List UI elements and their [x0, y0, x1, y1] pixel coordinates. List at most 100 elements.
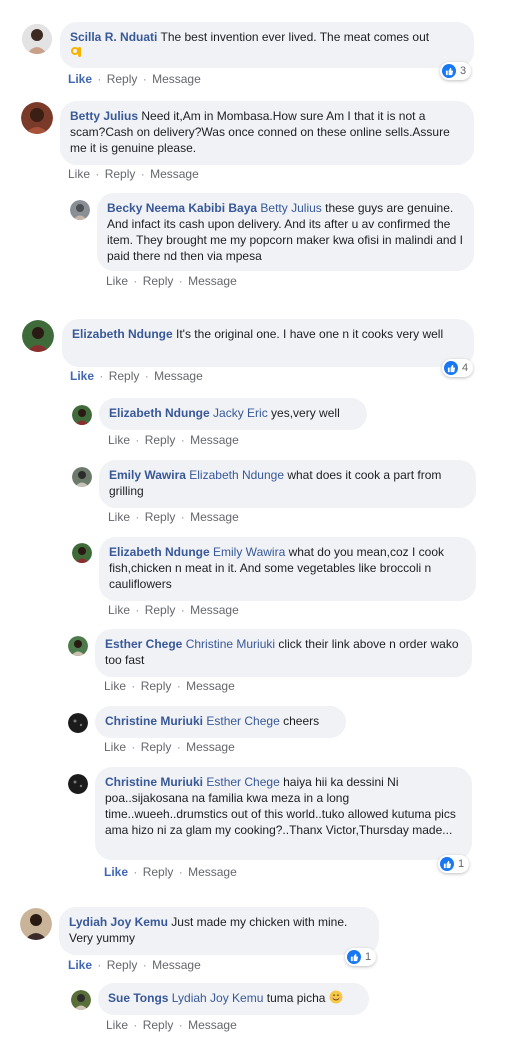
comment-text: yes,very well	[271, 406, 340, 420]
message-link[interactable]: Message	[188, 274, 237, 288]
comment-actions: Like · Reply · Message	[68, 167, 199, 181]
mention-link[interactable]: Emily Wawira	[213, 545, 285, 559]
comment-bubble: Lydiah Joy Kemu Just made my chicken wit…	[59, 907, 379, 955]
separator: ·	[178, 1018, 183, 1032]
like-link[interactable]: Like	[108, 433, 130, 447]
comment-bubble: Christine Muriuki Esther Chege cheers	[95, 706, 346, 738]
reply-link[interactable]: Reply	[145, 603, 176, 617]
mention-link[interactable]: Esther Chege	[206, 714, 279, 728]
comment-bubble: Sue Tongs Lydiah Joy Kemu tuma picha	[98, 983, 369, 1015]
comment-author[interactable]: Elizabeth Ndunge	[72, 327, 173, 341]
like-link[interactable]: Like	[70, 369, 94, 383]
mention-link[interactable]: Betty Julius	[260, 201, 321, 215]
reply-link[interactable]: Reply	[109, 369, 140, 383]
avatar[interactable]	[21, 102, 53, 134]
comment-author[interactable]: Betty Julius	[70, 109, 138, 123]
mention-link[interactable]: Christine Muriuki	[186, 637, 275, 651]
message-link[interactable]: Message	[150, 167, 199, 181]
comment-actions: Like · Reply · Message	[68, 72, 201, 86]
message-link[interactable]: Message	[152, 72, 201, 86]
comment-author[interactable]: Becky Neema Kabibi Baya	[107, 201, 257, 215]
like-link[interactable]: Like	[106, 1018, 128, 1032]
comment-author[interactable]: Elizabeth Ndunge	[109, 406, 210, 420]
comment-author[interactable]: Christine Muriuki	[105, 775, 203, 789]
reply-link[interactable]: Reply	[145, 433, 176, 447]
like-link[interactable]: Like	[104, 740, 126, 754]
comment-actions: Like · Reply · Message	[104, 740, 235, 754]
avatar[interactable]	[72, 543, 92, 563]
like-link[interactable]: Like	[104, 865, 128, 879]
reply-link[interactable]: Reply	[143, 274, 174, 288]
reaction-badge[interactable]: 1	[438, 855, 470, 873]
like-reaction-icon	[347, 950, 361, 964]
reaction-count: 4	[462, 362, 469, 374]
comment-text: tuma picha	[266, 991, 326, 1005]
avatar[interactable]	[70, 200, 90, 220]
separator: ·	[131, 679, 136, 693]
avatar[interactable]	[68, 636, 88, 656]
message-link[interactable]: Message	[190, 603, 239, 617]
message-link[interactable]: Message	[154, 369, 203, 383]
comment-author[interactable]: Christine Muriuki	[105, 714, 203, 728]
avatar[interactable]	[72, 405, 92, 425]
comment-author[interactable]: Emily Wawira	[109, 468, 186, 482]
mention-link[interactable]: Elizabeth Ndunge	[189, 468, 284, 482]
message-link[interactable]: Message	[186, 740, 235, 754]
avatar[interactable]	[68, 713, 88, 733]
separator: ·	[135, 603, 140, 617]
comment-actions: Like · Reply · Message	[108, 603, 239, 617]
message-link[interactable]: Message	[152, 958, 201, 972]
reply-link[interactable]: Reply	[107, 958, 138, 972]
like-link[interactable]: Like	[108, 510, 130, 524]
comment-text: It's the original one. I have one n it c…	[176, 327, 444, 341]
reaction-badge[interactable]: 1	[345, 948, 377, 966]
avatar[interactable]	[71, 990, 91, 1010]
message-link[interactable]: Message	[186, 679, 235, 693]
like-link[interactable]: Like	[104, 679, 126, 693]
like-link[interactable]: Like	[108, 603, 130, 617]
mention-link[interactable]: Jacky Eric	[213, 406, 268, 420]
like-link[interactable]: Like	[106, 274, 128, 288]
avatar[interactable]	[72, 467, 92, 487]
reply-link[interactable]: Reply	[141, 679, 172, 693]
avatar[interactable]	[22, 320, 54, 352]
mention-link[interactable]: Esther Chege	[206, 775, 279, 789]
reply-link[interactable]: Reply	[107, 72, 138, 86]
separator: ·	[180, 433, 185, 447]
message-link[interactable]: Message	[190, 510, 239, 524]
avatar[interactable]	[22, 24, 52, 54]
separator: ·	[97, 72, 102, 86]
reply-link[interactable]: Reply	[105, 167, 136, 181]
separator: ·	[135, 510, 140, 524]
avatar[interactable]	[68, 774, 88, 794]
message-link[interactable]: Message	[190, 433, 239, 447]
like-link[interactable]: Like	[68, 72, 92, 86]
comment-bubble: Becky Neema Kabibi Baya Betty Julius the…	[97, 193, 474, 271]
avatar[interactable]	[20, 908, 52, 940]
separator: ·	[133, 1018, 138, 1032]
reply-link[interactable]: Reply	[143, 1018, 174, 1032]
like-link[interactable]: Like	[68, 167, 90, 181]
comment-author[interactable]: Esther Chege	[105, 637, 182, 651]
message-link[interactable]: Message	[188, 1018, 237, 1032]
comment-author[interactable]: Elizabeth Ndunge	[109, 545, 210, 559]
reply-link[interactable]: Reply	[143, 865, 174, 879]
reaction-badge[interactable]: 4	[442, 359, 474, 377]
like-reaction-icon	[444, 361, 458, 375]
comment-bubble: Christine Muriuki Esther Chege haiya hii…	[95, 767, 472, 860]
mention-link[interactable]: Lydiah Joy Kemu	[172, 991, 264, 1005]
comment-author[interactable]: Scilla R. Nduati	[70, 30, 157, 44]
comment-author[interactable]: Lydiah Joy Kemu	[69, 915, 168, 929]
reply-link[interactable]: Reply	[145, 510, 176, 524]
comment-actions: Like · Reply · Message	[70, 369, 203, 383]
reaction-badge[interactable]: 3	[440, 62, 472, 80]
separator: ·	[180, 603, 185, 617]
comment-author[interactable]: Sue Tongs	[108, 991, 168, 1005]
comment-text: cheers	[283, 714, 320, 728]
message-link[interactable]: Message	[188, 865, 237, 879]
comment-bubble: Esther Chege Christine Muriuki click the…	[95, 629, 472, 677]
like-link[interactable]: Like	[68, 958, 92, 972]
comment-bubble: Elizabeth Ndunge Emily Wawira what do yo…	[99, 537, 476, 601]
reply-link[interactable]: Reply	[141, 740, 172, 754]
comment-actions: Like · Reply · Message	[108, 433, 239, 447]
